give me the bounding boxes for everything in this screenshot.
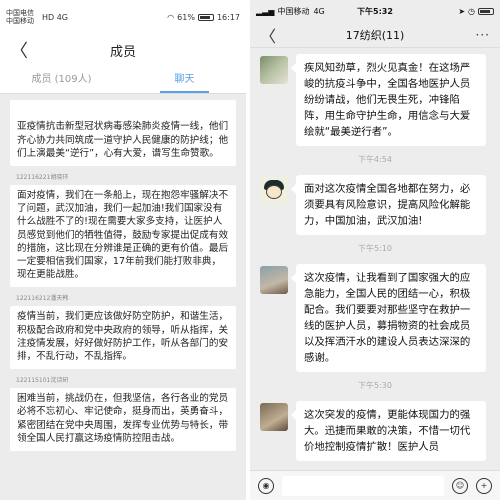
chat-input-bar: ◉ ☺ + (250, 470, 500, 500)
battery-percent: 61% (177, 12, 195, 22)
tab-bar: 成员 (109人) 聊天 (0, 66, 246, 94)
more-options-icon[interactable]: ··· (476, 28, 490, 42)
message-bubble[interactable]: 疾风知劲草，烈火见真金！在这场严峻的抗疫斗争中，全国各地医护人员纷纷请战，他们无… (291, 54, 486, 146)
message-card: 面对疫情，我们在一条船上，现在抱怨牢骚解决不了问题，武汉加油，我们一起加油!我们… (10, 185, 236, 288)
message-author-id: 122115101沈诗研 (16, 377, 69, 385)
message-card: 困难当前，挑战仍在，但我坚信，各行各业的党员必将不忘初心、牢记使命，挺身而出，英… (10, 388, 236, 452)
avatar[interactable] (260, 266, 288, 294)
voice-icon[interactable]: ◉ (258, 477, 274, 494)
message-author-id: 122116221胡晓环 (16, 174, 69, 181)
chat-message: 疾风知劲草，烈火见真金！在这场严峻的抗疫斗争中，全国各地医护人员纷纷请战，他们无… (250, 54, 500, 146)
avatar[interactable] (260, 56, 288, 84)
message-bubble[interactable]: 面对这次疫情全国各地都在努力，必须要具有风险意识，提高风险化解能力，中国加油，武… (291, 175, 486, 235)
message-input[interactable] (282, 475, 444, 496)
status-bar: 中国电信 中国移动 HD 4G ◠ 61% 16:17 (0, 0, 246, 34)
emoji-icon[interactable]: ☺ (452, 477, 468, 494)
clock: 16:17 (216, 12, 240, 22)
chat-message: 这次疫情，让我看到了国家强大的应急能力，全国人民的团结一心，积极配合。我们要要对… (250, 264, 500, 372)
avatar[interactable] (260, 177, 288, 205)
left-screenshot: 中国电信 中国移动 HD 4G ◠ 61% 16:17 〈 成员 成员 (109… (0, 0, 246, 500)
battery-icon (197, 13, 214, 21)
message-text: 困难当前，挑战仍在，但我坚信，各行各业的党员必将不忘初心、牢记使命，挺身而出，英… (17, 393, 229, 444)
message-text: 面对疫情，我们在一条船上，现在抱怨牢骚解决不了问题，武汉加油，我们一起加油!我们… (17, 190, 229, 281)
network-indicator: HD 4G (42, 12, 69, 22)
add-icon[interactable]: + (476, 477, 492, 494)
message-card: 亚疫情抗击新型冠状病毒感染肺炎疫情一线，他们齐心协力共同筑成一道守护人民健康的防… (10, 100, 236, 166)
tab-members[interactable]: 成员 (109人) (0, 66, 123, 93)
right-screenshot: ▂▃▅ 中国移动 4G 下午5:32 ➤ ◷ 〈 17纺织(11) ··· 疾风… (250, 0, 500, 500)
tab-chat[interactable]: 聊天 (123, 66, 246, 93)
carrier-top: 中国电信 (6, 9, 34, 17)
back-arrow-icon[interactable]: 〈 (10, 37, 28, 63)
avatar[interactable] (260, 403, 288, 431)
chat-messages: 疾风知劲草，烈火见真金！在这场严峻的抗疫斗争中，全国各地医护人员纷纷请战，他们无… (250, 48, 500, 461)
wifi-icon: ◠ (167, 12, 175, 22)
chat-message: 面对这次疫情全国各地都在努力，必须要具有风险意识，提高风险化解能力，中国加油，武… (250, 175, 500, 235)
message-feed: 亚疫情抗击新型冠状病毒感染肺炎疫情一线，他们齐心协力共同筑成一道守护人民健康的防… (0, 94, 246, 457)
carrier-bottom: 中国移动 (6, 17, 34, 25)
timestamp: 下午5:10 (358, 244, 392, 253)
chat-header: 〈 17纺织(11) ··· (250, 22, 500, 48)
battery-icon (478, 7, 494, 15)
message-bubble[interactable]: 这次突发的疫情，更能体现国力的强大。迅捷而果敢的决策，不惜一切代价地控制疫情扩散… (291, 401, 486, 461)
message-text: 亚疫情抗击新型冠状病毒感染肺炎疫情一线，他们齐心协力共同筑成一道守护人民健康的防… (17, 121, 229, 159)
back-arrow-icon[interactable]: 〈 (260, 23, 276, 47)
timestamp: 下午4:54 (358, 155, 392, 164)
timestamp: 下午5:30 (358, 381, 392, 390)
header: 〈 成员 (0, 34, 246, 66)
clock: 下午5:32 (357, 6, 393, 16)
status-bar: ▂▃▅ 中国移动 4G 下午5:32 ➤ ◷ (250, 0, 500, 22)
chat-message: 这次突发的疫情，更能体现国力的强大。迅捷而果敢的决策，不惜一切代价地控制疫情扩散… (250, 401, 500, 461)
message-author-id: 122116212潘天韩 (16, 295, 69, 303)
message-text: 疫情当前，我们更应该做好防空防护，和谐生活，积极配合政府和党中央政府的领导，听从… (17, 311, 229, 363)
message-card: 疫情当前，我们更应该做好防空防护，和谐生活，积极配合政府和党中央政府的领导，听从… (10, 306, 236, 370)
chat-title: 17纺织(11) (345, 28, 405, 42)
page-title: 成员 (109, 44, 136, 60)
message-bubble[interactable]: 这次疫情，让我看到了国家强大的应急能力，全国人民的团结一心，积极配合。我们要要对… (291, 264, 486, 372)
